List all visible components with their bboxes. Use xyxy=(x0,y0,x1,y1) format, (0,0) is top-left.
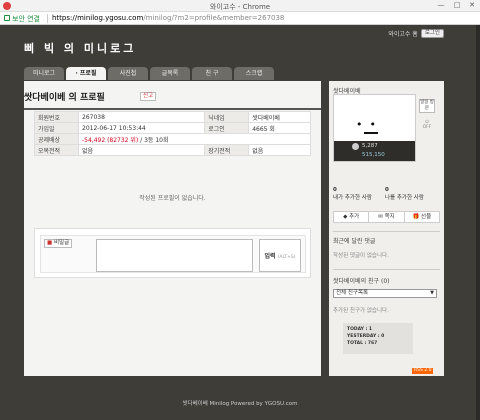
counter-today: TODAY : 1 xyxy=(347,327,373,332)
table-row: 회원번호 267038 닉네임 쌋다베이베 xyxy=(34,111,311,123)
tab-posts[interactable]: 글목록 xyxy=(150,67,190,80)
submit-label: 입력 xyxy=(264,253,276,260)
address-bar[interactable]: 보안 연결 https://minilog.ygosu.com/minilog/… xyxy=(0,12,480,25)
off-label: OFF xyxy=(422,125,432,130)
count-added-by-me[interactable]: 0 내가 추가한 사람 xyxy=(333,187,372,201)
label-omok-record: 오목전적 xyxy=(34,144,79,156)
blog-title[interactable]: 삐 빅 의 미니로그 xyxy=(24,40,136,56)
count-a-value: 0 xyxy=(333,187,337,193)
value-member-number: 267038 xyxy=(77,111,206,123)
label-betting: 공제배상 xyxy=(34,133,79,145)
counter-total: TOTAL : 767 xyxy=(347,341,378,346)
label-join-date: 가입일 xyxy=(34,122,79,134)
message-button[interactable]: ✉ 쪽지 xyxy=(369,212,405,222)
count-added-me[interactable]: 0 나를 추가한 사람 xyxy=(385,187,424,201)
secret-checkbox-icon: ■ xyxy=(47,240,53,246)
main-content: 쌋다베이베 의 프로필 신고 회원번호 267038 닉네임 쌋다베이베 가입일… xyxy=(24,81,321,376)
footer: 쌋다베이베 Minilog Powered by YGOSU.com xyxy=(182,401,298,407)
tab-profile[interactable]: · 프로필 xyxy=(66,67,106,80)
friends-empty: 추가된 친구가 없습니다. xyxy=(333,308,389,314)
divider xyxy=(333,231,440,232)
value-betting: -54,492 (82732 위) / 3등 10회 xyxy=(78,133,311,145)
avatar: •• 5,287 515,150 xyxy=(333,94,416,162)
value-janggi-record: 없음 xyxy=(248,144,311,156)
table-row: 공제배상 -54,492 (82732 위) / 3등 10회 xyxy=(34,133,311,145)
gift-button[interactable]: 🎁 선물 xyxy=(405,212,439,222)
window-title: 와이고수 - Chrome xyxy=(209,3,271,11)
label-nickname: 닉네임 xyxy=(204,111,250,123)
stats-money: 515,150 xyxy=(362,152,385,158)
visit-counter: TODAY : 1 YESTERDAY : 0 TOTAL : 767 xyxy=(343,323,413,354)
daily-visit-button[interactable]: 일일 방문 xyxy=(419,99,435,113)
level-icon xyxy=(352,143,359,150)
label-janggi-record: 장기전적 xyxy=(204,144,250,156)
betting-score: -54,492 (82732 위) xyxy=(82,136,139,144)
home-link[interactable]: 와이고수 홈 xyxy=(388,29,418,38)
label-login-count: 로그인 xyxy=(204,122,250,134)
value-join-date: 2012-06-17 10:53:44 xyxy=(77,122,206,134)
friend-list-select[interactable]: 전체 친구목록 ▼ xyxy=(333,289,437,298)
login-button[interactable]: 로그인 xyxy=(420,29,444,38)
secret-toggle[interactable]: ■ 비밀글 xyxy=(44,239,73,248)
url-host: https://minilog.ygosu.com xyxy=(52,14,144,22)
rss-badge[interactable]: RSS 2.0 xyxy=(412,368,434,374)
address-separator xyxy=(47,14,48,23)
count-b-label: 나를 추가한 사람 xyxy=(385,195,424,201)
off-toggle[interactable]: ⏻ OFF xyxy=(419,119,435,133)
recent-comments-heading: 최근에 달린 댓글 xyxy=(333,238,376,245)
secure-label: 보안 연결 xyxy=(12,15,40,23)
counter-yesterday: YESTERDAY : 0 xyxy=(347,334,385,339)
comment-input[interactable] xyxy=(96,239,253,272)
sidebar: 쌋다베이베 •• 5,287 515,150 일일 방문 ⏻ OFF 0 내가 추가… xyxy=(329,81,444,376)
recent-comments-empty: 작성된 댓글이 없습니다. xyxy=(333,253,389,259)
add-friend-button[interactable]: ◆ 추가 xyxy=(334,212,370,222)
count-b-value: 0 xyxy=(385,187,389,193)
value-omok-record: 없음 xyxy=(77,144,206,156)
profile-title: 쌋다베이베 의 프로필 xyxy=(24,93,105,103)
report-button[interactable]: 신고 xyxy=(140,92,157,101)
url-path: /minilog/?m2=profile&member=267038 xyxy=(143,14,285,22)
comment-box: ■ 비밀글 입력 (ALT+S) xyxy=(34,228,311,278)
count-a-label: 내가 추가한 사람 xyxy=(333,195,372,201)
betting-rank: / 3등 10회 xyxy=(138,136,169,144)
stats-points: 5,287 xyxy=(362,143,378,149)
profile-info-table: 회원번호 267038 닉네임 쌋다베이베 가입일 2012-06-17 10:… xyxy=(34,111,311,156)
nav-tabs: 미니로그 · 프로필 사진첩 글목록 친 구 스크랩 xyxy=(24,67,274,80)
label-member-number: 회원번호 xyxy=(34,111,79,123)
top-links: 와이고수 홈 로그인 xyxy=(388,29,444,38)
action-buttons: ◆ 추가 ✉ 쪽지 🎁 선물 xyxy=(333,211,440,223)
value-login-count: 4665 회 xyxy=(248,122,311,134)
chevron-down-icon: ▼ xyxy=(430,290,434,296)
scrollbar[interactable] xyxy=(476,25,480,420)
tab-friends[interactable]: 친 구 xyxy=(192,67,232,80)
table-row: 가입일 2012-06-17 10:53:44 로그인 4665 회 xyxy=(34,122,311,134)
tab-scrap[interactable]: 스크랩 xyxy=(234,67,274,80)
close-button[interactable]: ✕ xyxy=(465,1,479,10)
tab-minilog[interactable]: 미니로그 xyxy=(24,67,64,80)
submit-button[interactable]: 입력 (ALT+S) xyxy=(259,239,301,272)
lock-icon xyxy=(4,15,10,21)
friend-select-value: 전체 친구목록 xyxy=(336,290,369,296)
friends-heading: 쌋다베이베의 친구 (0) xyxy=(333,278,390,285)
table-row: 오목전적 없음 장기전적 없음 xyxy=(34,144,311,156)
browser-titlebar: 와이고수 - Chrome — □ ✕ xyxy=(0,0,480,12)
user-stats: 5,287 515,150 xyxy=(334,141,415,161)
title-divider xyxy=(24,108,321,110)
secret-label: 비밀글 xyxy=(53,240,70,246)
value-nickname: 쌋다베이베 xyxy=(248,111,311,123)
tab-photos[interactable]: 사진첩 xyxy=(108,67,148,80)
submit-hint: (ALT+S) xyxy=(277,255,296,260)
maximize-button[interactable]: □ xyxy=(450,1,464,10)
avatar-eyes-icon: •• xyxy=(356,118,383,131)
url-text[interactable]: https://minilog.ygosu.com/minilog/?m2=pr… xyxy=(52,14,284,22)
empty-profile-message: 작성된 프로필이 없습니다. xyxy=(139,195,206,202)
comment-form: ■ 비밀글 입력 (ALT+S) xyxy=(40,235,306,273)
minimize-button[interactable]: — xyxy=(434,1,448,10)
page-header: 와이고수 홈 로그인 삐 빅 의 미니로그 미니로그 · 프로필 사진첩 글목록… xyxy=(0,25,480,81)
avatar-mouth xyxy=(364,132,378,134)
divider xyxy=(333,269,440,270)
